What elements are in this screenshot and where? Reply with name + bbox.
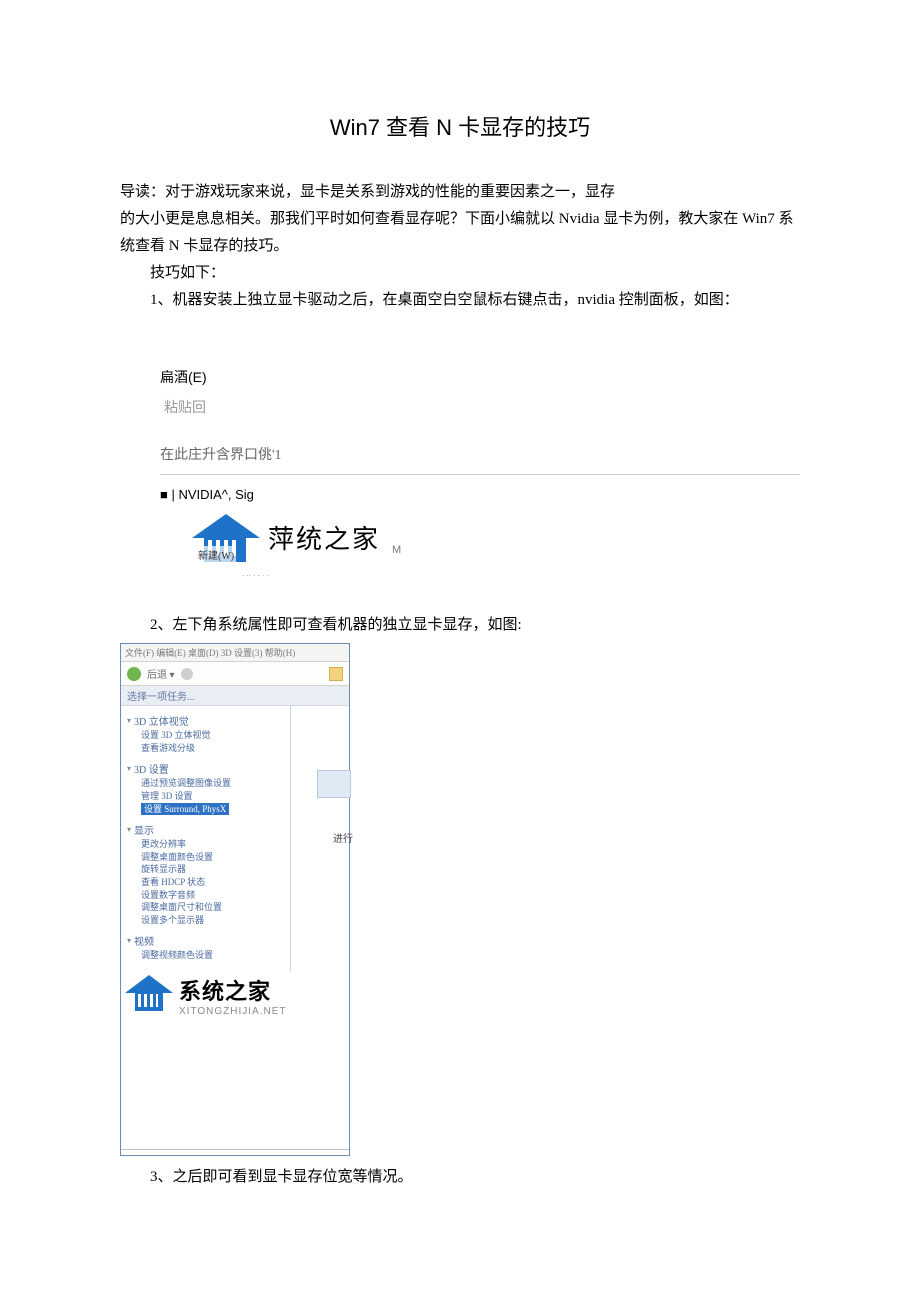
tree-group-3dstereo[interactable]: 3D 立体视觉 — [127, 712, 286, 729]
forward-icon[interactable] — [181, 668, 193, 680]
watermark-text-2: 系统之家 — [179, 974, 295, 1006]
nvidia-panel-screenshot: 文件(F) 编辑(E) 桌面(D) 3D 设置(3) 帮助(H) 后退 ▾ 选择… — [120, 643, 350, 1156]
watermark-row: 新建(W) 萍统之家 M — [190, 511, 800, 568]
page-title: Win7 查看 N 卡显存的技巧 — [120, 110, 800, 142]
tree-item[interactable]: 调整视频颜色设置 — [127, 949, 286, 962]
tree-item[interactable]: 查看 HDCP 状态 — [127, 876, 286, 889]
tree-pane: 3D 立体视觉 设置 3D 立体视觉 查看游戏分级 3D 设置 通过预览调整图像… — [121, 706, 291, 972]
home-icon[interactable] — [329, 667, 343, 681]
tree-item[interactable]: 设置多个显示器 — [127, 914, 286, 927]
tree-item-selected[interactable]: 设置 Surround, PhysX — [141, 803, 229, 816]
menu-item-garbled[interactable]: 在此庄升含界口佻'1 — [160, 441, 800, 472]
tree-item[interactable]: 调整桌面颜色设置 — [127, 851, 286, 864]
back-icon[interactable] — [127, 667, 141, 681]
tips-heading: 技巧如下： — [120, 260, 800, 287]
tree-group-display[interactable]: 显示 — [127, 821, 286, 838]
panel-toolbar: 后退 ▾ — [121, 662, 349, 686]
menu-item-nvidia[interactable]: ■ | NVIDIA^, Sig — [160, 481, 800, 510]
step-3: 3、之后即可看到显卡显存位宽等情况。 — [120, 1164, 800, 1191]
context-menu-screenshot: 扁酒(E) 粘贴回 在此庄升含界口佻'1 ■ | NVIDIA^, Sig 新建… — [160, 362, 800, 583]
watermark-sub-2: XITONGZHIJIA.NET — [179, 1006, 295, 1017]
step-1: 1、机器安装上独立显卡驱动之后，在桌面空白空鼠标右键点击，nvidia 控制面板… — [120, 287, 800, 314]
right-label: 进行 — [333, 830, 353, 845]
watermark-row-2: 系统之家 XITONGZHIJIA.NET — [121, 972, 349, 1019]
tree-item[interactable]: 管理 3D 设置 — [127, 790, 286, 803]
tree-item[interactable]: 通过预览调整图像设置 — [127, 777, 286, 790]
menu-divider — [160, 474, 800, 475]
menu-item-refresh[interactable]: 扁酒(E) — [160, 362, 800, 393]
tree-group-video[interactable]: 视频 — [127, 932, 286, 949]
bottom-border — [121, 1149, 349, 1155]
tree-item[interactable]: 更改分辨率 — [127, 838, 286, 851]
menu-item-paste[interactable]: 粘贴回 — [160, 392, 800, 423]
house-logo-icon: 新建(W) — [190, 514, 262, 566]
menu-item-new[interactable]: 新建(W) — [196, 546, 236, 568]
tree-item[interactable]: 调整桌面尺寸和位置 — [127, 901, 286, 914]
lead-line-2: 的大小更是息息相关。那我们平时如何查看显存呢？下面小编就以 Nvidia 显卡为… — [120, 206, 800, 260]
tree-item[interactable]: 设置 3D 立体视觉 — [127, 729, 286, 742]
watermark-sub: M — [392, 538, 401, 568]
task-crumb: 选择一项任务... — [121, 686, 349, 706]
house-logo-icon — [125, 975, 173, 1015]
lead-line-1: 导读：对于游戏玩家来说，显卡是关系到游戏的性能的重要因素之一，显存 — [120, 180, 800, 206]
tree-item[interactable]: 查看游戏分级 — [127, 742, 286, 755]
blank-area — [121, 1019, 349, 1149]
tree-group-3dsettings[interactable]: 3D 设置 — [127, 760, 286, 777]
watermark-text: 萍统之家 — [268, 511, 380, 568]
preview-thumb — [317, 770, 351, 798]
tree-item[interactable]: 旋转显示器 — [127, 863, 286, 876]
tree-item[interactable]: 设置数字音频 — [127, 889, 286, 902]
panel-menubar[interactable]: 文件(F) 编辑(E) 桌面(D) 3D 设置(3) 帮助(H) — [121, 644, 349, 662]
back-label[interactable]: 后退 ▾ — [147, 666, 175, 681]
step-2: 2、左下角系统属性即可查看机器的独立显卡显存，如图: — [120, 612, 800, 639]
